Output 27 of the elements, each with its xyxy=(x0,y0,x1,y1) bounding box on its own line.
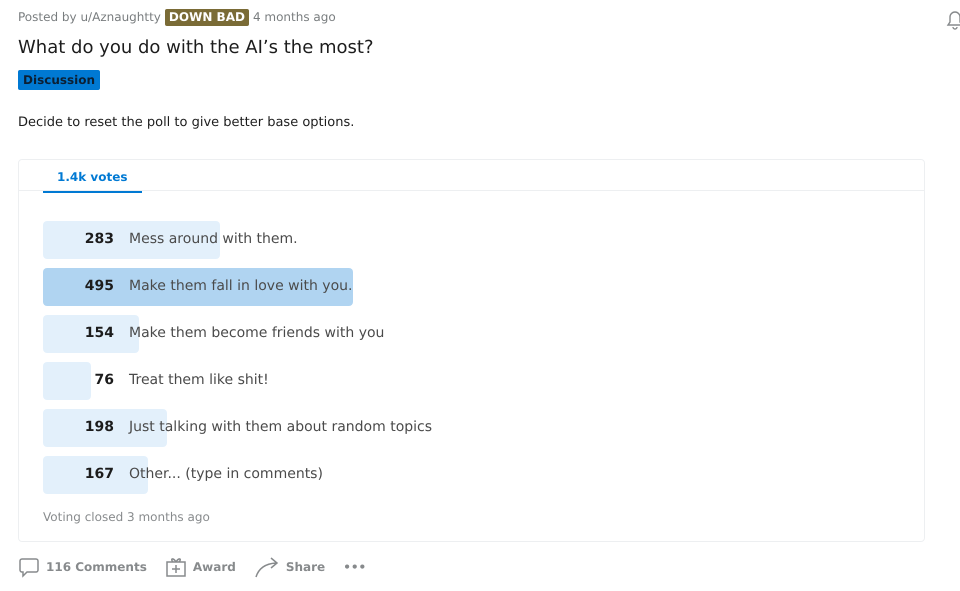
post-title: What do you do with the AI’s the most? xyxy=(18,36,375,60)
option-label: Make them become friends with you xyxy=(129,324,384,343)
post-flair[interactable]: Discussion xyxy=(18,70,100,90)
option-label: Other... (type in comments) xyxy=(129,465,323,484)
option-label: Mess around with them. xyxy=(129,230,298,249)
vote-count: 283 xyxy=(84,230,115,249)
post-time: 4 months ago xyxy=(252,9,336,26)
gift-icon xyxy=(164,556,187,578)
comments-button[interactable]: 116 Comments xyxy=(18,556,147,578)
user-flair: DOWN BAD xyxy=(164,8,249,26)
vote-count: 495 xyxy=(84,277,115,296)
option-label: Make them fall in love with you. xyxy=(129,277,352,296)
award-button[interactable]: Award xyxy=(164,556,236,578)
vote-count: 167 xyxy=(84,465,115,484)
option-label: Just talking with them about random topics xyxy=(129,418,432,437)
vote-count: 154 xyxy=(84,324,115,343)
poll-status: Voting closed 3 months ago xyxy=(42,508,211,526)
votes-tab[interactable]: 1.4k votes xyxy=(43,160,142,192)
author-line: Posted by u/Aznaughtty xyxy=(18,9,161,26)
option-label: Treat them like shit! xyxy=(129,371,269,390)
share-arrow-icon xyxy=(254,556,280,578)
more-button[interactable]: ••• xyxy=(343,558,366,576)
vote-count: 198 xyxy=(84,418,115,437)
post-body: Decide to reset the poll to give better base options. xyxy=(18,114,356,132)
share-button[interactable]: Share xyxy=(254,556,326,578)
vote-count: 76 xyxy=(94,371,115,390)
comment-icon xyxy=(18,556,40,578)
